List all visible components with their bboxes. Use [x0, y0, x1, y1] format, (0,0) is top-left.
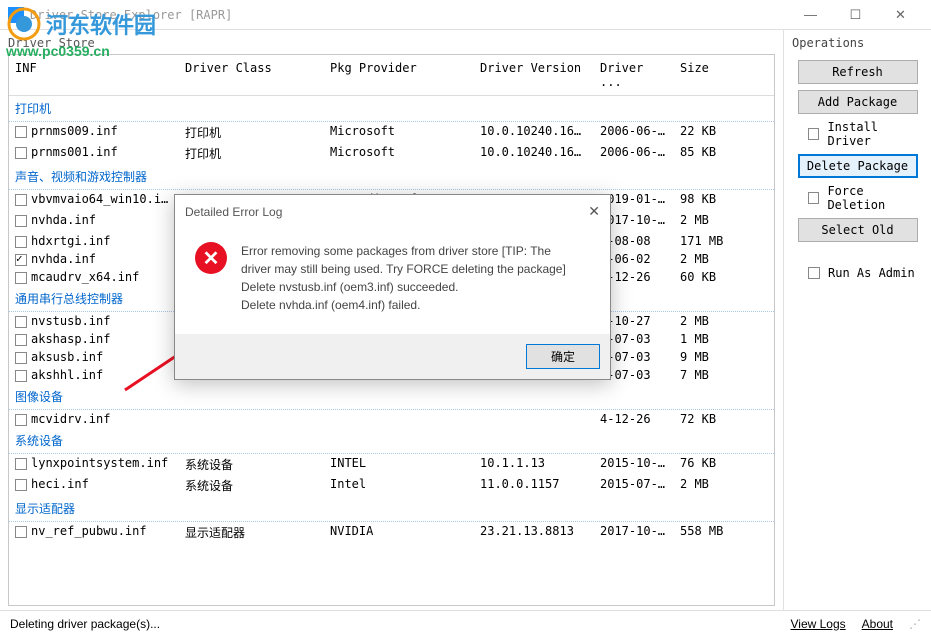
- grid-header: INF Driver Class Pkg Provider Driver Ver…: [9, 55, 774, 96]
- operations-panel: Operations Refresh Add Package Install D…: [783, 30, 931, 610]
- row-checkbox[interactable]: [15, 352, 27, 364]
- error-icon: ✕: [195, 242, 227, 274]
- row-checkbox[interactable]: [15, 479, 27, 491]
- refresh-button[interactable]: Refresh: [798, 60, 918, 84]
- row-checkbox[interactable]: [15, 126, 27, 138]
- groupbox-label: Driver Store: [8, 34, 775, 52]
- dialog-message: Error removing some packages from driver…: [241, 242, 566, 314]
- table-row[interactable]: mcvidrv.inf4-12-2672 KB: [9, 410, 774, 428]
- row-checkbox[interactable]: [15, 526, 27, 538]
- group-header[interactable]: 系统设备: [9, 428, 774, 454]
- group-header[interactable]: 图像设备: [9, 384, 774, 410]
- row-checkbox[interactable]: [15, 194, 27, 206]
- view-logs-link[interactable]: View Logs: [790, 617, 845, 631]
- row-checkbox[interactable]: [15, 370, 27, 382]
- minimize-button[interactable]: —: [788, 0, 833, 30]
- col-size[interactable]: Size: [674, 59, 734, 91]
- maximize-button[interactable]: ☐: [833, 0, 878, 30]
- table-row[interactable]: prnms001.inf打印机Microsoft10.0.10240.16384…: [9, 143, 774, 164]
- title-bar: Driver Store Explorer [RAPR] — ☐ ✕: [0, 0, 931, 30]
- table-row[interactable]: heci.inf系统设备Intel11.0.0.11572015-07-072 …: [9, 475, 774, 496]
- run-as-admin-check[interactable]: Run As Admin: [808, 266, 923, 280]
- resize-grip[interactable]: ⋰: [909, 617, 921, 631]
- row-checkbox[interactable]: [15, 414, 27, 426]
- table-row[interactable]: nv_ref_pubwu.inf显示适配器NVIDIA23.21.13.8813…: [9, 522, 774, 543]
- col-inf[interactable]: INF: [9, 59, 179, 91]
- row-checkbox[interactable]: [15, 236, 27, 248]
- col-prov[interactable]: Pkg Provider: [324, 59, 474, 91]
- window-title: Driver Store Explorer [RAPR]: [30, 8, 232, 22]
- ops-title: Operations: [792, 36, 923, 50]
- group-header[interactable]: 声音、视频和游戏控制器: [9, 164, 774, 190]
- status-bar: Deleting driver package(s)... View Logs …: [0, 610, 931, 636]
- delete-package-button[interactable]: Delete Package: [798, 154, 918, 178]
- col-class[interactable]: Driver Class: [179, 59, 324, 91]
- select-old-button[interactable]: Select Old: [798, 218, 918, 242]
- col-date[interactable]: Driver ...: [594, 59, 674, 91]
- force-deletion-check[interactable]: Force Deletion: [808, 184, 923, 212]
- app-icon: [8, 7, 24, 23]
- row-checkbox[interactable]: [15, 215, 27, 227]
- dialog-title: Detailed Error Log: [185, 205, 282, 219]
- group-header[interactable]: 显示适配器: [9, 496, 774, 522]
- group-header[interactable]: 打印机: [9, 96, 774, 122]
- install-driver-check[interactable]: Install Driver: [808, 120, 923, 148]
- error-dialog: Detailed Error Log ✕ ✕ Error removing so…: [174, 194, 611, 380]
- col-ver[interactable]: Driver Version: [474, 59, 594, 91]
- row-checkbox[interactable]: [15, 334, 27, 346]
- dialog-ok-button[interactable]: 确定: [526, 344, 600, 369]
- row-checkbox[interactable]: [15, 254, 27, 266]
- table-row[interactable]: prnms009.inf打印机Microsoft10.0.10240.16384…: [9, 122, 774, 143]
- about-link[interactable]: About: [862, 617, 893, 631]
- row-checkbox[interactable]: [15, 147, 27, 159]
- row-checkbox[interactable]: [15, 272, 27, 284]
- status-message: Deleting driver package(s)...: [10, 617, 160, 631]
- table-row[interactable]: lynxpointsystem.inf系统设备INTEL10.1.1.13201…: [9, 454, 774, 475]
- row-checkbox[interactable]: [15, 316, 27, 328]
- close-button[interactable]: ✕: [878, 0, 923, 30]
- dialog-close-button[interactable]: ✕: [588, 203, 600, 220]
- add-package-button[interactable]: Add Package: [798, 90, 918, 114]
- row-checkbox[interactable]: [15, 458, 27, 470]
